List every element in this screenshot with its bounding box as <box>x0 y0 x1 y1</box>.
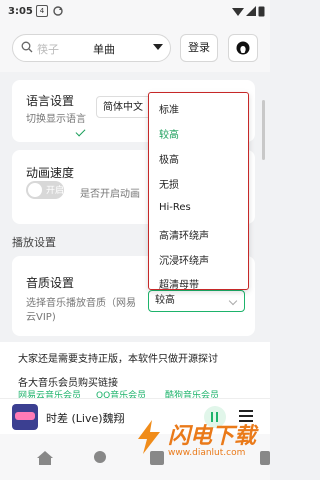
language-select[interactable]: 简体中文 <box>96 96 156 118</box>
status-bar: 3:05 4 <box>0 0 270 24</box>
wifi-icon <box>232 8 244 16</box>
quality-option[interactable]: 高清环绕声 <box>159 227 209 242</box>
song-title: 时差 (Live)魏翔 <box>46 412 125 425</box>
quality-select[interactable]: 较高 <box>148 290 245 312</box>
search-box[interactable]: 筷子 单曲 <box>12 34 171 62</box>
quality-option-selected[interactable]: 较高 <box>159 126 179 141</box>
language-title: 语言设置 <box>26 94 75 108</box>
toggle-label: 开启 <box>46 186 65 196</box>
notification-badge: 4 <box>36 5 48 17</box>
top-bar: 筷子 单曲 登录 <box>0 24 270 72</box>
scrollbar-thumb[interactable] <box>262 100 265 160</box>
search-input[interactable]: 筷子 <box>37 41 59 57</box>
status-time: 3:05 <box>8 6 33 17</box>
github-icon <box>236 41 250 55</box>
search-type-select[interactable]: 单曲 <box>93 41 115 57</box>
lightning-logo-icon <box>138 420 160 454</box>
login-button[interactable]: 登录 <box>180 34 218 62</box>
section-header-playback: 播放设置 <box>12 236 56 249</box>
quality-option[interactable]: 标准 <box>159 101 179 116</box>
notice-panel: 大家还是需要支持正版，本软件只做开源探讨 各大音乐会员购买链接 网易云音乐会员 … <box>0 342 270 401</box>
notice-text: 大家还是需要支持正版，本软件只做开源探讨 <box>18 354 218 365</box>
signal-icon <box>246 6 256 16</box>
watermark-title: 闪电下载 <box>168 424 257 449</box>
github-button[interactable] <box>228 34 258 62</box>
quality-option[interactable]: 无损 <box>159 176 179 191</box>
quality-option[interactable]: 极高 <box>159 151 179 166</box>
search-icon <box>21 41 33 53</box>
chevron-down-icon[interactable] <box>153 44 163 50</box>
chevron-down-icon <box>228 296 238 306</box>
notice-links-title: 各大音乐会员购买链接 <box>18 378 118 389</box>
quality-subtitle-line2: 云VIP) <box>26 312 56 323</box>
quality-select-value: 较高 <box>155 295 175 306</box>
animation-toggle[interactable]: 开启 <box>26 181 64 199</box>
language-subtitle: 切换显示语言 <box>26 114 86 125</box>
watermark-url: www.dianlut.com <box>168 448 246 458</box>
quality-title: 音质设置 <box>26 276 75 290</box>
quality-option[interactable]: Hi-Res <box>159 202 191 213</box>
watermark: 闪电下载 www.dianlut.com <box>128 418 270 468</box>
search-icon[interactable] <box>92 450 110 466</box>
animation-subtitle: 是否开启动画 <box>80 189 140 200</box>
battery-icon <box>258 6 265 17</box>
album-cover[interactable] <box>12 404 38 430</box>
quality-option[interactable]: 沉浸环绕声 <box>159 252 209 267</box>
animation-title: 动画速度 <box>26 166 75 180</box>
home-icon[interactable] <box>36 450 54 466</box>
sync-icon <box>53 6 63 16</box>
toggle-knob <box>28 183 42 197</box>
quality-option[interactable]: 超清母带 <box>159 276 199 289</box>
quality-subtitle-line1: 选择音乐播放音质（网易 <box>26 298 136 309</box>
quality-dropdown: 标准 较高 极高 无损 Hi-Res 高清环绕声 沉浸环绕声 超清母带 <box>148 92 249 290</box>
